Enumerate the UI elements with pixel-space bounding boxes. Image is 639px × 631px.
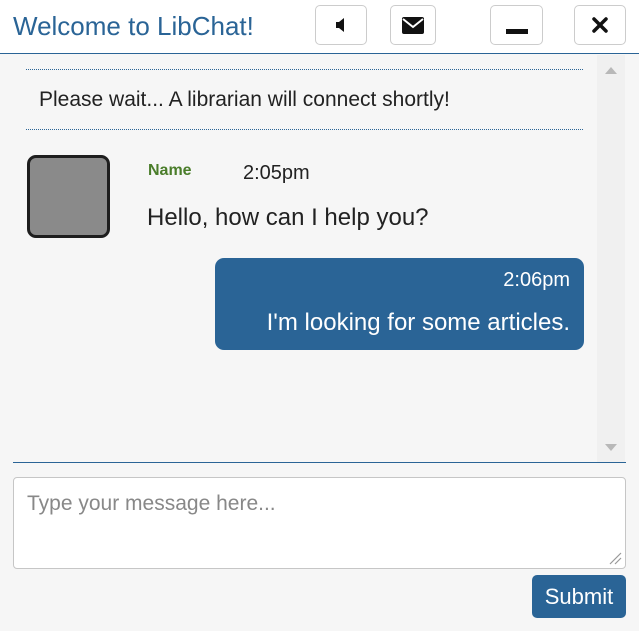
librarian-message-text: Hello, how can I help you? (147, 204, 429, 231)
submit-button[interactable]: Submit (532, 575, 626, 618)
scroll-down-icon[interactable] (605, 444, 617, 451)
composer-divider (13, 462, 626, 463)
close-button[interactable] (574, 5, 626, 45)
envelope-icon (402, 16, 424, 34)
message-timestamp: 2:06pm (503, 269, 570, 291)
patron-message-text: I'm looking for some articles. (266, 309, 570, 336)
sender-name: Name (148, 162, 192, 179)
chat-title: Welcome to LibChat! (13, 11, 254, 41)
message-timestamp: 2:05pm (243, 162, 310, 184)
speaker-icon (334, 17, 348, 33)
minimize-button[interactable] (490, 5, 543, 45)
transcript-scrollbar[interactable] (597, 55, 625, 462)
librarian-avatar (27, 155, 110, 238)
scroll-up-icon[interactable] (605, 67, 617, 74)
close-icon (592, 17, 608, 33)
patron-message-bubble: 2:06pm I'm looking for some articles. (215, 258, 584, 350)
resize-grip-icon[interactable] (608, 551, 622, 565)
sound-button[interactable] (315, 5, 367, 45)
system-message: Please wait... A librarian will connect … (26, 69, 583, 130)
message-input[interactable] (13, 477, 626, 569)
minimize-icon (505, 15, 528, 35)
chat-header: Welcome to LibChat! (0, 0, 639, 54)
chat-transcript[interactable]: Please wait... A librarian will connect … (13, 55, 597, 462)
email-transcript-button[interactable] (390, 5, 436, 45)
